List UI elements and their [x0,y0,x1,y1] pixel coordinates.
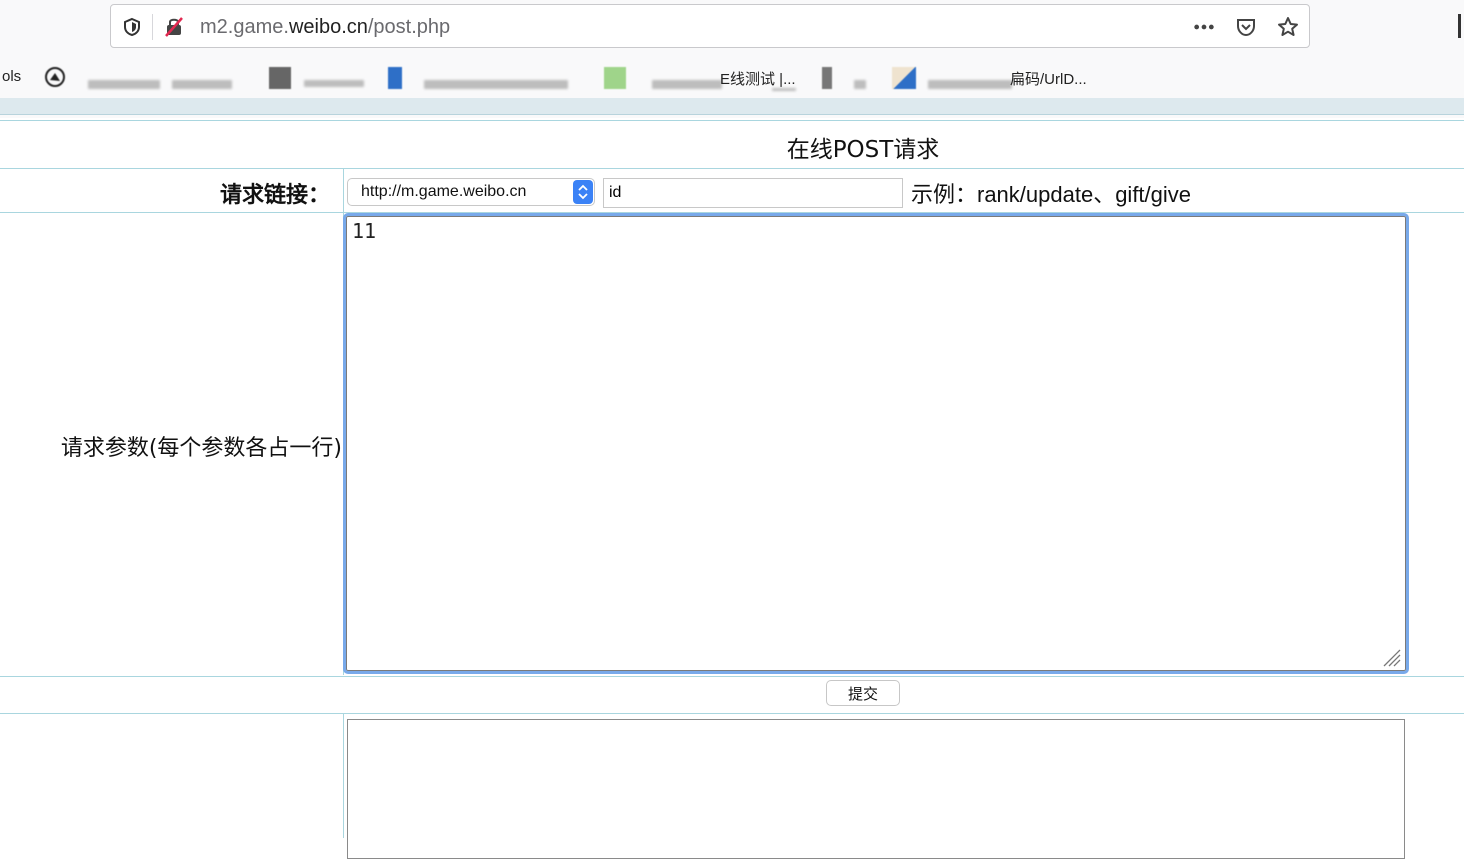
table-border [0,676,1464,677]
bookmark-item-blurred[interactable] [928,80,1012,89]
table-border [0,168,1464,169]
bookmark-favicon-icon[interactable] [822,67,832,89]
table-column-divider [343,213,344,675]
request-params-textarea[interactable]: 11 [343,213,1409,674]
chevron-up-down-icon[interactable] [573,180,593,204]
table-column-divider [343,714,344,838]
bookmark-item-tools[interactable]: ols [2,68,21,85]
bookmark-item-blurred [772,88,796,91]
request-path-input[interactable] [603,178,903,208]
table-border [0,120,1464,121]
table-column-divider [343,169,344,213]
bookmark-favicon-icon[interactable] [388,67,402,89]
pocket-icon[interactable] [1235,16,1257,38]
request-params-label: 请求参数(每个参数各占一行) [60,436,342,461]
bookmark-favicon-icon[interactable] [604,67,626,89]
url-text[interactable]: m2.game.weibo.cn/post.php [200,15,450,39]
toolbar-edge-divider [1458,14,1461,38]
response-textarea[interactable] [347,719,1405,859]
host-select[interactable]: http://m.game.weibo.cn [347,178,595,206]
bookmark-item-blurred[interactable] [854,80,866,89]
bookmark-favicon-icon[interactable] [269,67,291,89]
bookmark-favicon-icon[interactable] [892,67,916,89]
more-actions-icon[interactable] [1193,16,1215,38]
browser-chrome: m2.game.weibo.cn/post.php ols E线测试 |... [0,0,1464,118]
url-host-main: weibo.cn [288,16,368,38]
bookmark-item-blurred[interactable] [172,80,232,89]
bookmark-favicon-icon[interactable] [44,66,66,88]
address-bar[interactable]: m2.game.weibo.cn/post.php [110,4,1310,48]
bookmark-item-blurred[interactable] [88,80,160,89]
url-host-prefix: m2.game. [200,16,289,38]
page-top-band [0,98,1464,114]
bookmark-item-blurred[interactable] [304,80,364,87]
bookmark-star-icon[interactable] [1277,16,1299,38]
resize-grip-icon[interactable] [1380,646,1402,668]
bookmark-item-blurred[interactable] [424,80,568,89]
request-link-label: 请求链接： [219,183,330,208]
bookmark-item-online-test[interactable]: E线测试 |... [720,68,796,89]
url-path: /post.php [367,16,451,38]
bookmarks-toolbar: ols E线测试 |... 扁码/UrlD... [0,56,1464,100]
insecure-connection-icon[interactable] [163,16,185,38]
table-border [0,713,1464,714]
address-bar-divider [152,14,153,40]
submit-button[interactable]: 提交 [826,680,900,706]
example-hint: 示例：rank/update、gift/give [911,182,1192,207]
shield-icon[interactable] [121,16,143,38]
page-title: 在线POST请求 [786,137,940,163]
table-border [0,212,1464,213]
page-top-border [0,114,1464,115]
bookmark-item-url-decode[interactable]: 扁码/UrlD... [1010,68,1087,89]
host-select-value: http://m.game.weibo.cn [361,183,527,200]
bookmark-item-blurred[interactable] [652,80,722,89]
